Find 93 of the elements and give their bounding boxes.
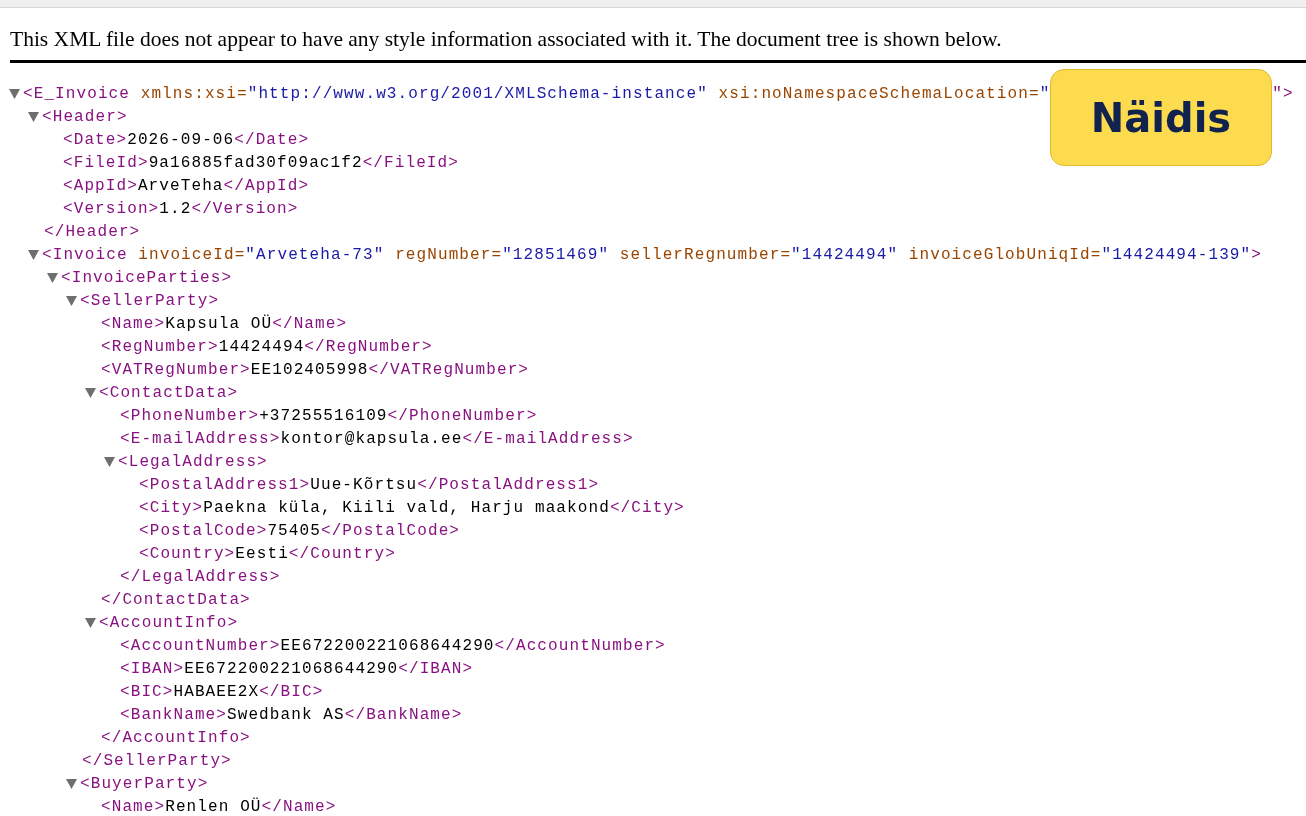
xml-tag: <PostalCode>	[139, 520, 268, 543]
attribute-name: invoiceId=	[138, 245, 246, 266]
xml-text: Uue-Kõrtsu	[310, 475, 418, 496]
xml-text: kontor@kapsula.ee	[280, 429, 463, 450]
xml-tag: <BuyerParty>	[80, 773, 209, 796]
attribute-value: "	[1039, 84, 1052, 105]
style-notice: This XML file does not appear to have any style information associated with it. The document tree is shown below.	[10, 26, 1003, 53]
xml-tag: <PostalAddress1>	[139, 474, 311, 497]
xml-tag: </Country>	[288, 543, 396, 566]
xml-text: Renlen OÜ	[165, 796, 262, 816]
xml-tag: <Date>	[63, 129, 128, 152]
xml-tag: </Version>	[191, 198, 299, 221]
xml-tag: <IBAN>	[120, 658, 185, 681]
attribute-name: regNumber=	[395, 245, 503, 266]
xml-text: EE672200221068644290	[184, 659, 399, 680]
attribute-value: "14424494"	[791, 245, 899, 266]
xml-tag: </PostalAddress1>	[417, 474, 600, 497]
xml-tag: <AccountNumber>	[120, 635, 281, 658]
xml-text: HABAEE2X	[173, 682, 260, 703]
xml-tag: </PostalCode>	[320, 520, 461, 543]
expand-triangle-icon[interactable]	[85, 388, 96, 398]
xml-tag: </Header>	[44, 221, 141, 244]
xml-tag: </VATRegNumber>	[368, 359, 530, 382]
expand-triangle-icon[interactable]	[28, 250, 39, 260]
xml-tag: <BIC>	[120, 681, 174, 704]
xml-text: 75405	[267, 521, 321, 542]
xml-tag: </Name>	[261, 796, 337, 816]
xml-tag: <Name>	[101, 313, 166, 336]
attribute-name: xmlns:xsi=	[140, 84, 248, 105]
xml-tag: <RegNumber>	[101, 336, 219, 359]
xml-tag: <LegalAddress>	[118, 451, 268, 474]
xml-tag: </AccountInfo>	[101, 727, 251, 750]
expand-triangle-icon[interactable]	[85, 618, 96, 628]
expand-triangle-icon[interactable]	[66, 296, 77, 306]
xml-text: 14424494	[218, 337, 305, 358]
xml-tag: <E_Invoice	[23, 83, 130, 106]
xml-tag: </SellerParty>	[82, 750, 232, 773]
xml-text: Swedbank AS	[227, 705, 345, 726]
xml-text: 2026-09-06	[127, 130, 235, 151]
xml-tag: <BankName>	[120, 704, 227, 727]
xml-tag: <VATRegNumber>	[101, 359, 251, 382]
xml-tag: <Name>	[101, 796, 166, 816]
sample-badge: Näidis	[1050, 69, 1272, 166]
xml-text: EE102405998	[250, 360, 369, 381]
attribute-name: invoiceGlobUniqId=	[908, 245, 1102, 266]
xml-text: 1.2	[159, 199, 192, 220]
xml-text: Paekna küla, Kiili vald, Harju maakond	[203, 498, 610, 519]
xml-tag: <SellerParty>	[80, 290, 220, 313]
attribute-name: sellerRegnumber=	[619, 245, 792, 266]
expand-triangle-icon[interactable]	[104, 457, 115, 467]
xml-text: EE672200221068644290	[280, 636, 495, 657]
xml-tag: <AppId>	[63, 175, 138, 198]
xml-tag: </AccountNumber>	[494, 635, 666, 658]
xml-tag: <Country>	[139, 543, 236, 566]
xml-text: 9a16885fad30f09ac1f2	[148, 153, 363, 174]
expand-triangle-icon[interactable]	[47, 273, 58, 283]
xml-tag: </E-mailAddress>	[462, 428, 634, 451]
xml-tag: <PhoneNumber>	[120, 405, 260, 428]
xml-tag: <Header>	[42, 106, 128, 129]
xml-tag: <Version>	[63, 198, 160, 221]
xml-tag: ">	[1272, 83, 1294, 106]
attribute-value: "12851469"	[502, 245, 610, 266]
xml-text: Kapsula OÜ	[165, 313, 273, 335]
xml-tag: </PhoneNumber>	[387, 405, 538, 428]
expand-triangle-icon[interactable]	[66, 779, 77, 789]
xml-tag: <ContactData>	[99, 382, 239, 405]
xml-tag: <AccountInfo>	[99, 612, 239, 635]
xml-text: +37255516109	[259, 406, 388, 427]
xml-tag: </RegNumber>	[304, 336, 433, 359]
attribute-value: "Arveteha-73"	[245, 245, 385, 266]
xml-tag: </Date>	[234, 129, 310, 152]
expand-triangle-icon[interactable]	[9, 89, 20, 99]
xml-tag: </IBAN>	[398, 658, 474, 681]
xml-tag: <FileId>	[63, 152, 149, 175]
xml-tag: <Invoice	[42, 244, 128, 267]
xml-tag: </ContactData>	[101, 589, 251, 612]
xml-tag: >	[1251, 244, 1262, 267]
xml-tag: </FileId>	[362, 152, 459, 175]
expand-triangle-icon[interactable]	[28, 112, 39, 122]
xml-tag: </Name>	[272, 313, 348, 336]
xml-tag: </LegalAddress>	[120, 566, 281, 589]
xml-tag: </AppId>	[223, 175, 310, 198]
xml-tag: </BankName>	[344, 704, 463, 727]
xml-tag: <City>	[139, 497, 204, 520]
xml-tag: </BIC>	[259, 681, 324, 704]
attribute-value: "14424494-139"	[1101, 245, 1252, 266]
xml-text: ArveTeha	[137, 176, 224, 197]
attribute-name: xsi:noNamespaceSchemaLocation=	[718, 84, 1040, 105]
xml-tag: <InvoiceParties>	[61, 267, 233, 290]
xml-text: Eesti	[235, 544, 289, 565]
xml-tag: <E-mailAddress>	[120, 428, 281, 451]
xml-tag: </City>	[609, 497, 685, 520]
attribute-value: "http://www.w3.org/2001/XMLSchema-instance"	[247, 84, 708, 105]
